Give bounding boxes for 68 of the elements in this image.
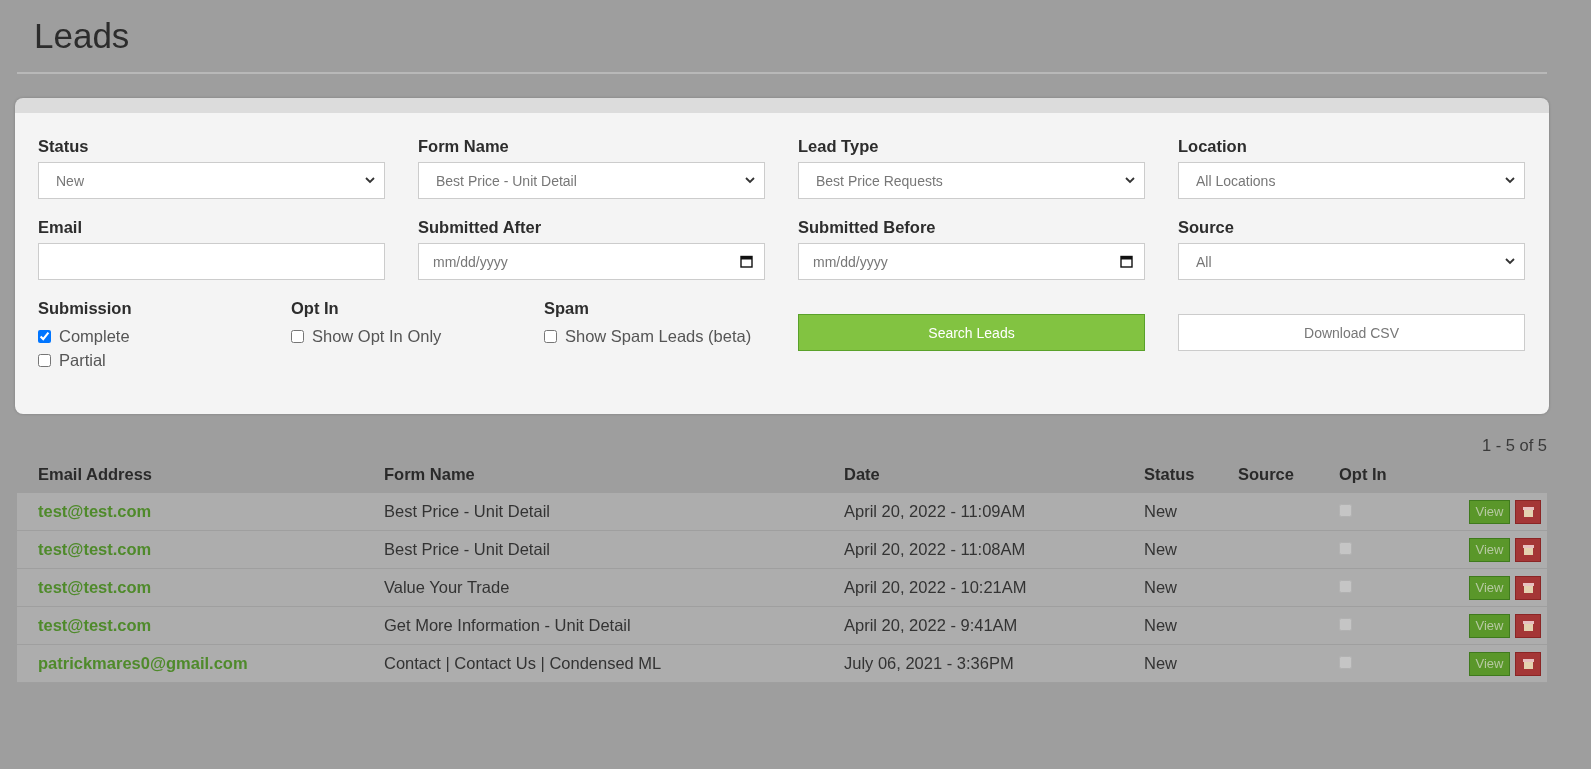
- column-header: Opt In: [1339, 464, 1388, 484]
- delete-button[interactable]: [1515, 537, 1541, 562]
- column-header: Date: [844, 464, 881, 484]
- dropdown[interactable]: Best Price - Unit Detail: [418, 162, 765, 199]
- date-field[interactable]: mm/dd/yyyy: [418, 243, 765, 280]
- dropdown[interactable]: Best Price Requests: [798, 162, 1145, 199]
- email-field[interactable]: [38, 243, 385, 280]
- caret-icon: [1125, 177, 1135, 184]
- checkbox-label[interactable]: Show Spam Leads (beta): [565, 324, 752, 348]
- caret-icon: [1505, 177, 1515, 184]
- table-cell-text: April 20, 2022 - 10:21AM: [844, 578, 1028, 597]
- table-cell-text: New: [1144, 540, 1178, 559]
- caret-icon: [365, 177, 375, 184]
- checkbox-label[interactable]: Complete: [59, 324, 130, 348]
- column-header: Status: [1144, 464, 1196, 484]
- calendar-icon: [740, 255, 753, 268]
- table-cell-text: Value Your Trade: [384, 578, 511, 597]
- download-button[interactable]: Download CSV: [1178, 314, 1525, 351]
- field-label: Status: [38, 136, 90, 157]
- table-cell-text: April 20, 2022 - 11:09AM: [844, 502, 1027, 521]
- table-cell-text: New: [1144, 578, 1178, 597]
- checkbox-label[interactable]: Show Opt In Only: [312, 324, 442, 348]
- delete-button[interactable]: [1515, 499, 1541, 524]
- delete-button[interactable]: [1515, 613, 1541, 638]
- field-label: Location: [1178, 136, 1248, 157]
- table-cell-text: Best Price - Unit Detail: [384, 540, 551, 559]
- caret-icon: [1505, 258, 1515, 265]
- group-label: Opt In: [291, 298, 340, 319]
- dropdown[interactable]: All Locations: [1178, 162, 1525, 199]
- table-cell-text: April 20, 2022 - 11:08AM: [844, 540, 1027, 559]
- group-label: Spam: [544, 298, 590, 319]
- checkbox[interactable]: [38, 353, 51, 367]
- table-cell-text: July 06, 2021 - 3:36PM: [844, 654, 1015, 673]
- pagination-text: 1 - 5 of 5: [1481, 436, 1547, 455]
- field-label: Lead Type: [798, 136, 880, 157]
- field-label: Submitted After: [418, 217, 543, 238]
- dropdown[interactable]: All: [1178, 243, 1525, 280]
- column-header: Form Name: [384, 464, 476, 484]
- field-label: Form Name: [418, 136, 510, 157]
- column-header: Email Address: [38, 464, 154, 484]
- table-cell-text: Contact | Contact Us | Condensed ML: [384, 654, 663, 673]
- table-cell-text: New: [1144, 616, 1178, 635]
- calendar-icon: [1120, 255, 1133, 268]
- delete-button[interactable]: [1515, 575, 1541, 600]
- table-cell-text: New: [1144, 654, 1178, 673]
- checkbox[interactable]: [38, 329, 51, 343]
- dropdown[interactable]: New: [38, 162, 385, 199]
- field-label: Source: [1178, 217, 1235, 238]
- field-label: Email: [38, 217, 84, 238]
- archive-icon: [1522, 620, 1534, 631]
- table-cell-text: April 20, 2022 - 9:41AM: [844, 616, 1019, 635]
- archive-icon: [1522, 582, 1534, 593]
- column-header: Source: [1238, 464, 1295, 484]
- delete-button[interactable]: [1515, 651, 1541, 676]
- table-cell-text: Get More Information - Unit Detail: [384, 616, 632, 635]
- archive-icon: [1522, 506, 1534, 517]
- checkbox[interactable]: [291, 329, 304, 343]
- checkbox-label[interactable]: Partial: [59, 348, 106, 372]
- checkbox[interactable]: [544, 329, 557, 343]
- caret-icon: [745, 177, 755, 184]
- archive-icon: [1522, 658, 1534, 669]
- table-cell-text: New: [1144, 502, 1178, 521]
- field-label: Submitted Before: [798, 217, 937, 238]
- page-title: Leads: [34, 15, 130, 57]
- date-field[interactable]: mm/dd/yyyy: [798, 243, 1145, 280]
- table-cell-text: Best Price - Unit Detail: [384, 502, 551, 521]
- group-label: Submission: [38, 298, 133, 319]
- archive-icon: [1522, 544, 1534, 555]
